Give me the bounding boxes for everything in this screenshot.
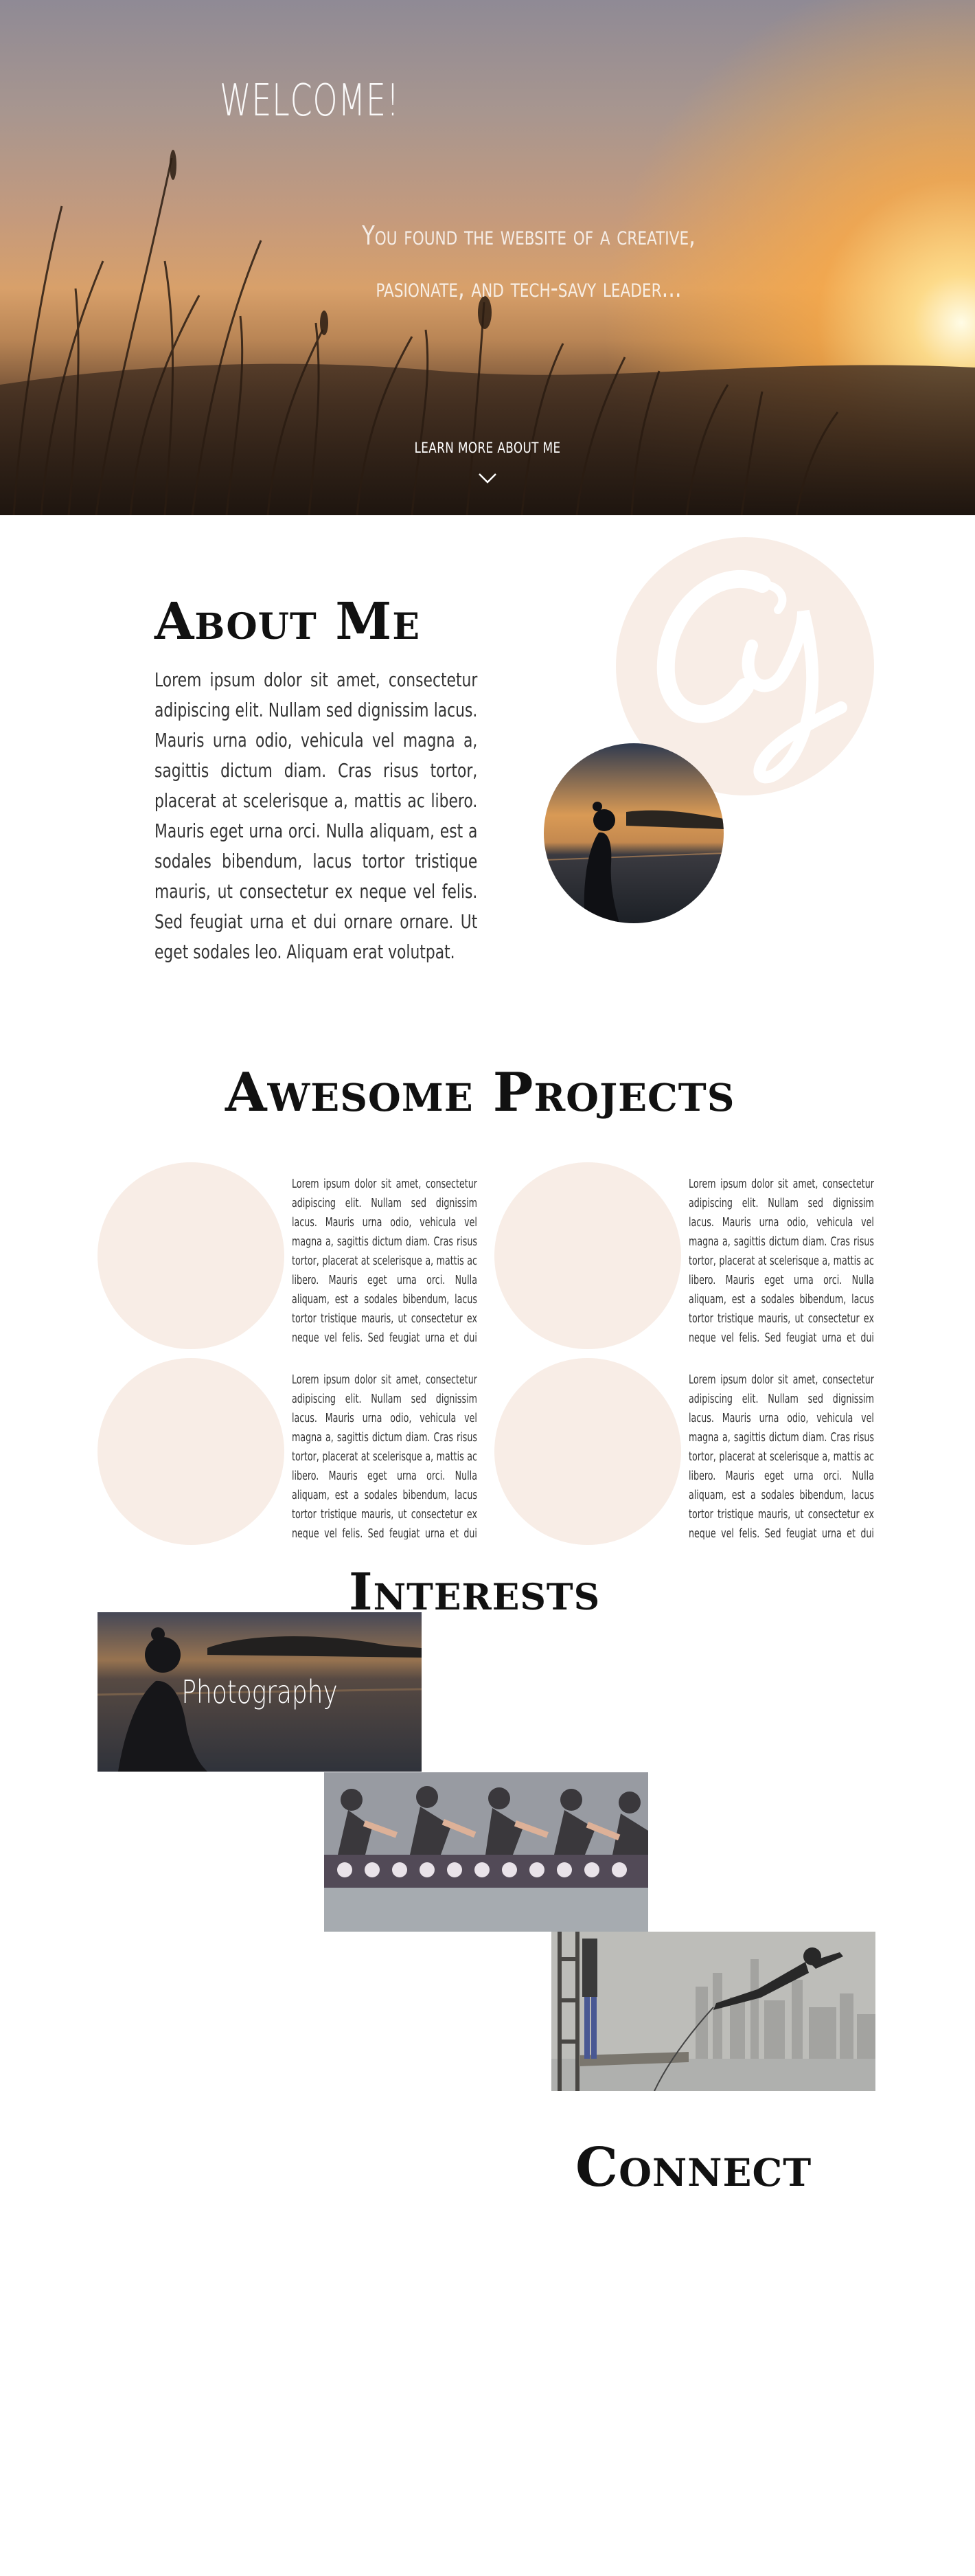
about-body: Lorem ipsum dolor sit amet, consectetur … bbox=[154, 665, 477, 967]
about-body-text: Lorem ipsum dolor sit amet, consectetur … bbox=[154, 668, 478, 963]
bungee-jump-photo bbox=[551, 1932, 875, 2091]
projects-title: Awesome Projects bbox=[225, 1061, 735, 1124]
project-2-image[interactable] bbox=[494, 1162, 681, 1349]
interest-bungee-card[interactable] bbox=[551, 1932, 875, 2091]
learn-more-link[interactable]: LEARN MORE ABOUT ME bbox=[405, 440, 570, 456]
project-4-text: Lorem ipsum dolor sit amet, consectetur … bbox=[689, 1372, 874, 1539]
dragon-boat-photo bbox=[324, 1772, 648, 1932]
hero-banner: WELCOME! You found the website of a crea… bbox=[0, 0, 975, 515]
project-1-description: Lorem ipsum dolor sit amet, consectetur … bbox=[292, 1175, 477, 1344]
project-2-description: Lorem ipsum dolor sit amet, consectetur … bbox=[689, 1175, 874, 1344]
hero-subtitle: You found the website of a creative, pas… bbox=[331, 210, 726, 314]
interest-photography-label: Photography bbox=[181, 1673, 338, 1710]
project-3-description: Lorem ipsum dolor sit amet, consectetur … bbox=[292, 1370, 477, 1539]
interest-dragon-boat-card[interactable] bbox=[324, 1772, 648, 1932]
project-1-text: Lorem ipsum dolor sit amet, consectetur … bbox=[292, 1177, 477, 1344]
hero-title: WELCOME! bbox=[220, 76, 400, 126]
hero-subtitle-line-1: You found the website of a creative, bbox=[362, 221, 696, 251]
project-3-text: Lorem ipsum dolor sit amet, consectetur … bbox=[292, 1372, 477, 1539]
project-2-text: Lorem ipsum dolor sit amet, consectetur … bbox=[689, 1177, 874, 1344]
connect-title: Connect bbox=[575, 2136, 812, 2199]
profile-photo bbox=[544, 743, 724, 923]
project-4-image[interactable] bbox=[494, 1358, 681, 1545]
chevron-down-icon[interactable] bbox=[477, 471, 498, 486]
about-title: About Me bbox=[154, 592, 420, 651]
interest-photography-card[interactable]: Photography bbox=[98, 1612, 422, 1772]
project-3-image[interactable] bbox=[98, 1358, 284, 1545]
project-4-description: Lorem ipsum dolor sit amet, consectetur … bbox=[689, 1370, 874, 1539]
project-1-image[interactable] bbox=[98, 1162, 284, 1349]
hero-subtitle-line-2: pasionate, and tech-savy leader... bbox=[376, 273, 682, 303]
